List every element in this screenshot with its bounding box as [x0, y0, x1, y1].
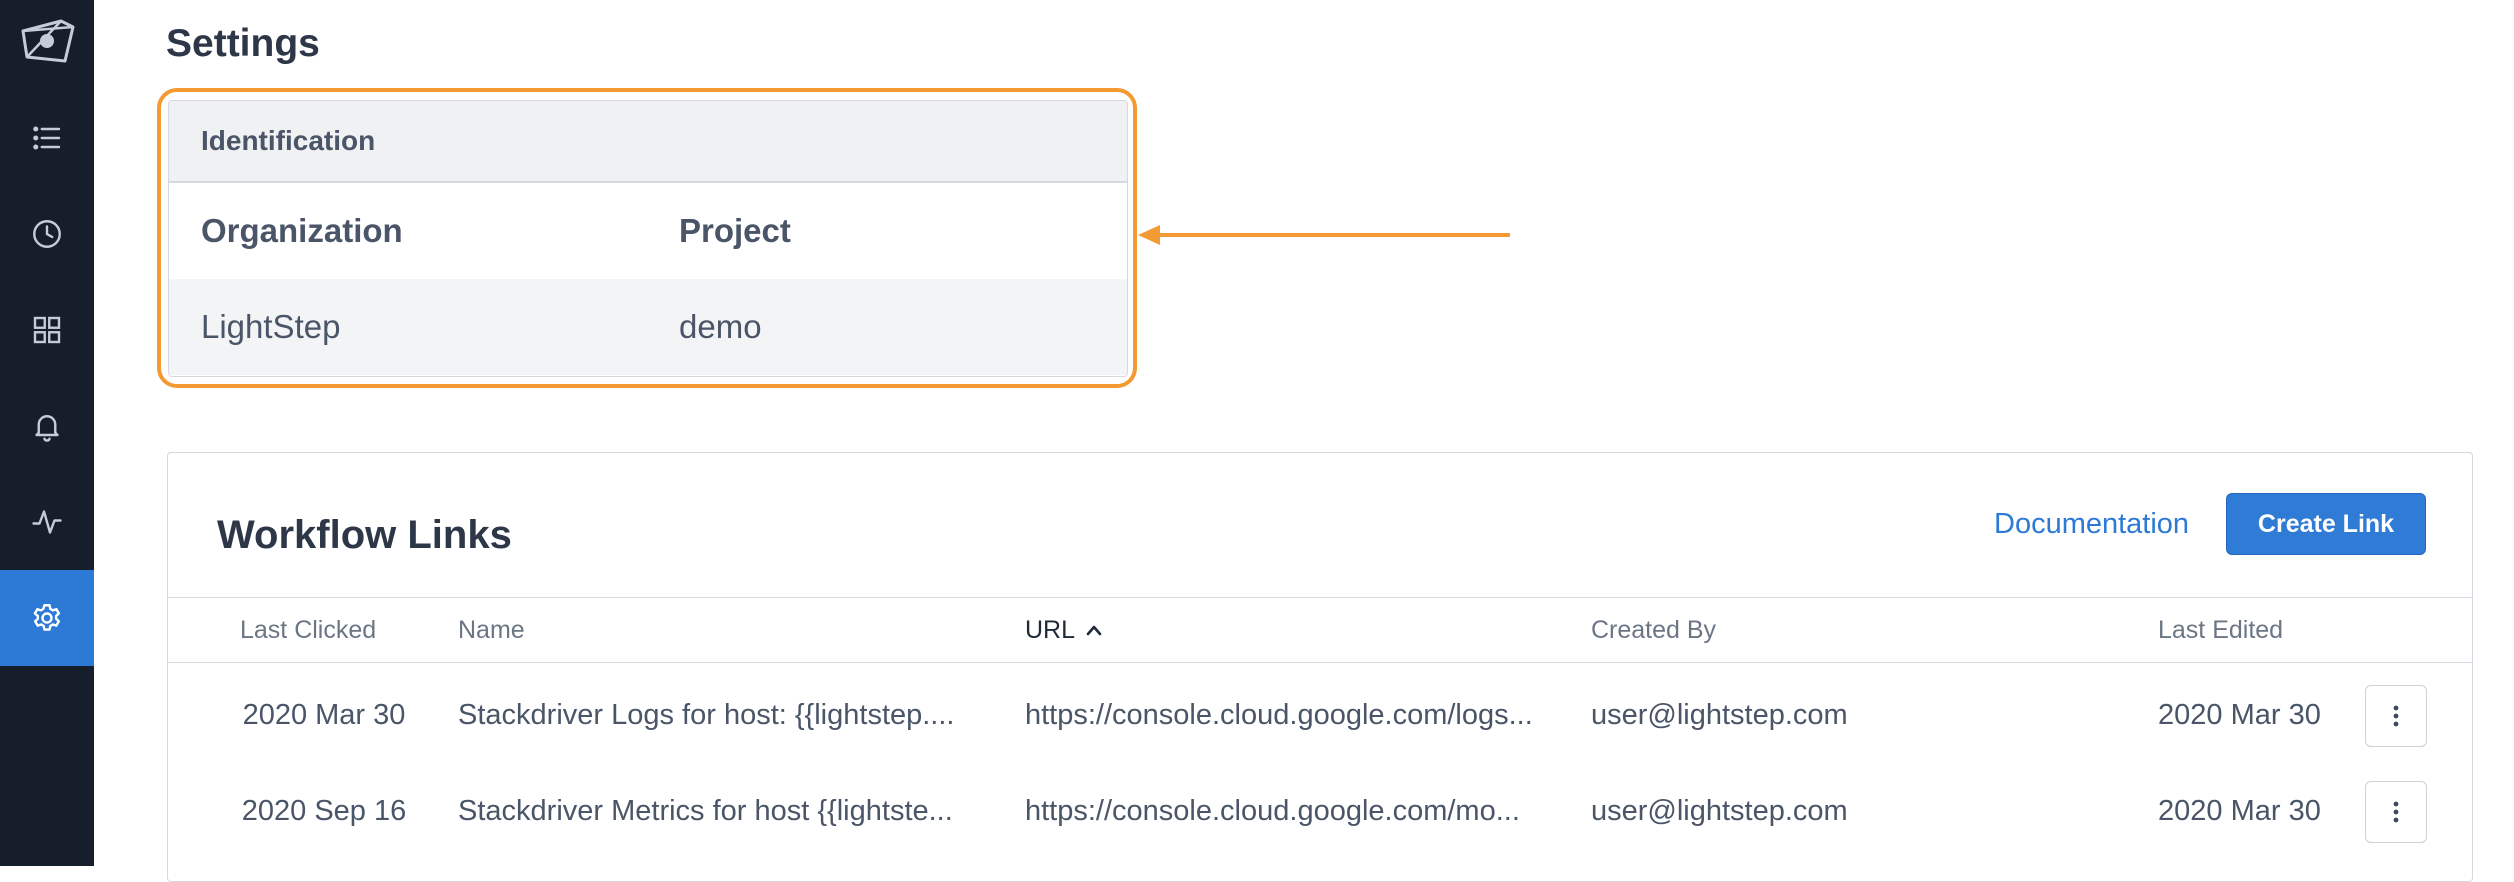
clock-icon	[33, 220, 61, 248]
column-header-name[interactable]: Name	[458, 598, 525, 662]
table-row[interactable]: 2020 Mar 30 Stackdriver Logs for host: {…	[168, 667, 2472, 763]
created-by-cell: user@lightstep.com	[1591, 698, 1848, 731]
column-header-label: Last Edited	[2158, 615, 2284, 644]
last-edited-cell: 2020 Mar 30	[2158, 698, 2321, 731]
lightstep-logo[interactable]	[0, 0, 94, 84]
column-header-created-by[interactable]: Created By	[1591, 598, 1716, 662]
url-cell: https://console.cloud.google.com/logs...	[1025, 698, 1533, 731]
activity-icon	[32, 510, 62, 534]
column-header-last-clicked[interactable]: Last Clicked	[240, 598, 376, 662]
project-value: demo	[679, 308, 762, 345]
name-cell: Stackdriver Logs for host: {{lightstep..…	[458, 698, 955, 731]
sidebar-item-service-health[interactable]	[0, 474, 94, 570]
documentation-link[interactable]: Documentation	[1994, 508, 2189, 541]
last-clicked-cell: 2020 Mar 30	[242, 698, 406, 731]
organization-label: Organization	[201, 212, 403, 249]
sort-ascending-icon	[1086, 625, 1102, 636]
callout-arrow-icon	[1138, 225, 1510, 245]
column-header-label: URL	[1025, 615, 1076, 644]
identification-values-row: LightStep demo	[169, 279, 1127, 375]
row-actions-button[interactable]	[2365, 685, 2427, 747]
gear-icon	[33, 604, 61, 631]
bell-icon	[35, 415, 59, 442]
url-cell: https://console.cloud.google.com/mo...	[1025, 794, 1520, 827]
sidebar-item-history[interactable]	[0, 186, 94, 282]
identification-labels-row: Organization Project	[169, 183, 1127, 279]
list-icon	[33, 126, 61, 150]
sidebar-item-explorer[interactable]	[0, 90, 94, 186]
organization-value: LightStep	[201, 308, 341, 345]
page-title: Settings	[166, 22, 320, 65]
sidebar-nav	[0, 0, 94, 866]
identification-header: Identification	[169, 101, 1127, 183]
project-label: Project	[679, 212, 791, 249]
last-edited-cell: 2020 Mar 30	[2158, 794, 2321, 827]
dashboard-grid-icon	[33, 316, 61, 344]
column-header-label: Created By	[1591, 615, 1717, 644]
last-clicked-cell: 2020 Sep 16	[241, 794, 407, 827]
more-vertical-icon	[2393, 705, 2399, 727]
row-actions-button[interactable]	[2365, 781, 2427, 843]
column-header-label: Name	[458, 615, 525, 644]
created-by-cell: user@lightstep.com	[1591, 794, 1848, 827]
sidebar-item-dashboards[interactable]	[0, 282, 94, 378]
column-header-label: Last Clicked	[240, 615, 377, 644]
create-link-button[interactable]: Create Link	[2226, 493, 2426, 555]
name-cell: Stackdriver Metrics for host {{lightste.…	[458, 794, 953, 827]
column-header-last-edited[interactable]: Last Edited	[2158, 598, 2283, 662]
logo-icon	[21, 19, 75, 63]
sidebar-item-alerts[interactable]	[0, 378, 94, 474]
sidebar-item-settings[interactable]	[0, 570, 94, 666]
more-vertical-icon	[2393, 801, 2399, 823]
column-header-url[interactable]: URL	[1025, 598, 1103, 662]
table-row[interactable]: 2020 Sep 16 Stackdriver Metrics for host…	[168, 763, 2472, 859]
identification-card: Identification Organization Project Ligh…	[168, 100, 1128, 377]
workflow-links-title: Workflow Links	[217, 513, 512, 557]
table-header: Last Clicked Name URL Created By Last Ed…	[168, 597, 2472, 663]
workflow-links-card: Workflow Links Documentation Create Link…	[167, 452, 2473, 882]
